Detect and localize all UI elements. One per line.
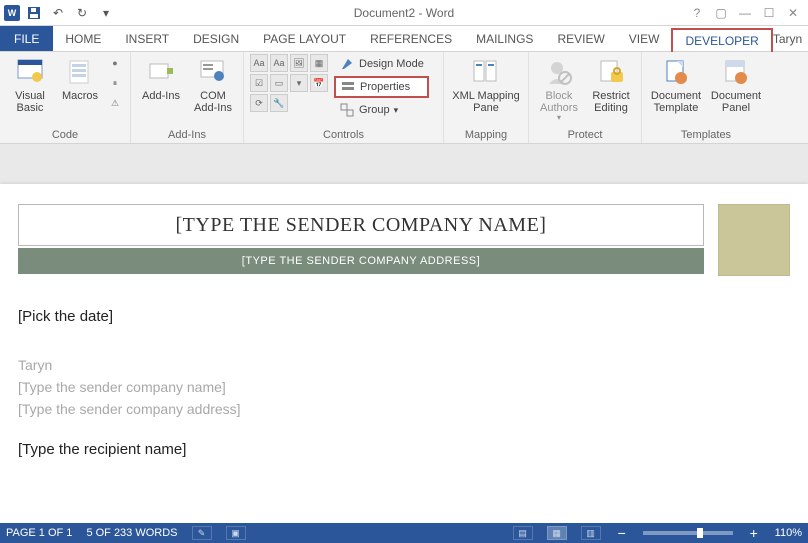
legacy-tools-icon[interactable]: 🔧 — [270, 94, 288, 112]
addins-button[interactable]: Add-Ins — [137, 54, 185, 102]
restrict-editing-icon — [595, 56, 627, 88]
sender-name-text[interactable]: Taryn — [18, 357, 790, 373]
block-authors-caret-icon: ▾ — [557, 114, 561, 123]
undo-icon[interactable]: ↶ — [48, 3, 68, 23]
dropdown-control-icon[interactable]: ▾ — [290, 74, 308, 92]
properties-button[interactable]: Properties — [334, 76, 429, 98]
sender-company-name-text[interactable]: [Type the sender company name] — [18, 379, 790, 395]
sender-company-name-field[interactable]: [TYPE THE SENDER COMPANY NAME] — [18, 204, 704, 246]
sender-company-address-text[interactable]: [Type the sender company address] — [18, 401, 790, 417]
group-label-code: Code — [6, 128, 124, 143]
tab-insert[interactable]: INSERT — [113, 26, 181, 51]
tab-mailings[interactable]: MAILINGS — [464, 26, 545, 51]
ribbon-tabs: FILE HOME INSERT DESIGN PAGE LAYOUT REFE… — [0, 26, 808, 52]
macro-security-icon[interactable]: ⚠ — [106, 94, 124, 112]
group-button[interactable]: Group ▾ — [334, 100, 429, 120]
zoom-out-button[interactable]: − — [615, 525, 629, 541]
document-template-button[interactable]: Document Template — [648, 54, 704, 114]
zoom-slider[interactable] — [643, 531, 733, 535]
building-block-control-icon[interactable]: ▦ — [310, 54, 328, 72]
pause-macro-icon[interactable]: ⏸ — [106, 74, 124, 92]
sender-company-address-field[interactable]: [TYPE THE SENDER COMPANY ADDRESS] — [18, 248, 704, 274]
design-mode-button[interactable]: Design Mode — [334, 54, 429, 74]
group-label-addins: Add-Ins — [137, 128, 237, 143]
print-layout-icon[interactable]: ▦ — [547, 526, 567, 540]
tab-developer[interactable]: DEVELOPER — [671, 28, 772, 52]
document-template-icon — [660, 56, 692, 88]
tab-view[interactable]: VIEW — [617, 26, 672, 51]
spellcheck-icon[interactable]: ✎ — [192, 526, 212, 540]
group-icon — [339, 102, 355, 118]
page-indicator[interactable]: PAGE 1 OF 1 — [6, 527, 72, 539]
read-mode-icon[interactable]: ▤ — [513, 526, 533, 540]
checkbox-control-icon[interactable]: ☑ — [250, 74, 268, 92]
status-bar: PAGE 1 OF 1 5 OF 233 WORDS ✎ ▣ ▤ ▦ ▥ − +… — [0, 523, 808, 543]
group-protect: Block Authors ▾ Restrict Editing Protect — [529, 52, 642, 143]
document-workspace[interactable]: [TYPE THE SENDER COMPANY NAME] [TYPE THE… — [0, 144, 808, 523]
date-picker-field[interactable]: [Pick the date] — [18, 308, 790, 325]
tab-file[interactable]: FILE — [0, 26, 53, 51]
group-addins: Add-Ins COM Add-Ins Add-Ins — [131, 52, 244, 143]
document-page[interactable]: [TYPE THE SENDER COMPANY NAME] [TYPE THE… — [0, 184, 808, 523]
zoom-level[interactable]: 110% — [775, 527, 802, 539]
macro-record-status-icon[interactable]: ▣ — [226, 526, 246, 540]
group-code: Visual Basic Macros ● ⏸ ⚠ Code — [0, 52, 131, 143]
tab-review[interactable]: REVIEW — [545, 26, 616, 51]
close-icon[interactable]: ✕ — [782, 4, 804, 22]
tab-page-layout[interactable]: PAGE LAYOUT — [251, 26, 358, 51]
plain-text-control-icon[interactable]: Aa — [270, 54, 288, 72]
group-label-protect: Protect — [535, 128, 635, 143]
picture-control-icon[interactable]: 🖼 — [290, 54, 308, 72]
visual-basic-button[interactable]: Visual Basic — [6, 54, 54, 114]
date-picker-control-icon[interactable]: 📅 — [310, 74, 328, 92]
group-label-controls: Controls — [250, 128, 437, 143]
properties-icon — [340, 79, 356, 95]
tab-home[interactable]: HOME — [53, 26, 113, 51]
help-icon[interactable]: ? — [686, 4, 708, 22]
block-authors-button[interactable]: Block Authors ▾ — [535, 54, 583, 123]
com-addins-button[interactable]: COM Add-Ins — [189, 54, 237, 114]
document-panel-icon — [720, 56, 752, 88]
user-name[interactable]: Taryn — [773, 32, 802, 46]
record-macro-icon[interactable]: ● — [106, 54, 124, 72]
save-icon[interactable] — [24, 3, 44, 23]
group-label-mapping: Mapping — [450, 128, 522, 143]
block-authors-icon — [543, 56, 575, 88]
minimize-icon[interactable]: — — [734, 4, 756, 22]
group-label-templates: Templates — [648, 128, 764, 143]
xml-mapping-icon — [470, 56, 502, 88]
group-mapping: XML Mapping Pane Mapping — [444, 52, 529, 143]
rich-text-control-icon[interactable]: Aa — [250, 54, 268, 72]
visual-basic-icon — [14, 56, 46, 88]
com-addins-icon — [197, 56, 229, 88]
xml-mapping-pane-button[interactable]: XML Mapping Pane — [450, 54, 522, 114]
group-templates: Document Template Document Panel Templat… — [642, 52, 770, 143]
recipient-name-field[interactable]: [Type the recipient name] — [18, 441, 790, 458]
word-count[interactable]: 5 OF 233 WORDS — [86, 527, 177, 539]
qat-customize-icon[interactable]: ▾ — [96, 3, 116, 23]
ribbon-options-icon[interactable]: ▢ — [710, 4, 732, 22]
group-controls: Aa Aa 🖼 ▦ ☑ ▭ ▾ 📅 ⟳ 🔧 — [244, 52, 444, 143]
design-mode-icon — [339, 56, 355, 72]
redo-icon[interactable]: ↻ — [72, 3, 92, 23]
combobox-control-icon[interactable]: ▭ — [270, 74, 288, 92]
tab-references[interactable]: REFERENCES — [358, 26, 464, 51]
document-panel-button[interactable]: Document Panel — [708, 54, 764, 114]
restrict-editing-button[interactable]: Restrict Editing — [587, 54, 635, 114]
macros-button[interactable]: Macros — [58, 54, 102, 102]
tab-design[interactable]: DESIGN — [181, 26, 251, 51]
word-app-icon: W — [4, 5, 20, 21]
zoom-in-button[interactable]: + — [747, 525, 761, 541]
web-layout-icon[interactable]: ▥ — [581, 526, 601, 540]
repeating-section-control-icon[interactable]: ⟳ — [250, 94, 268, 112]
logo-placeholder[interactable] — [718, 204, 790, 276]
group-caret-icon: ▾ — [394, 105, 399, 116]
macros-icon — [64, 56, 96, 88]
ribbon: Visual Basic Macros ● ⏸ ⚠ Code Add-Ins C… — [0, 52, 808, 144]
addins-icon — [145, 56, 177, 88]
maximize-icon[interactable]: ☐ — [758, 4, 780, 22]
